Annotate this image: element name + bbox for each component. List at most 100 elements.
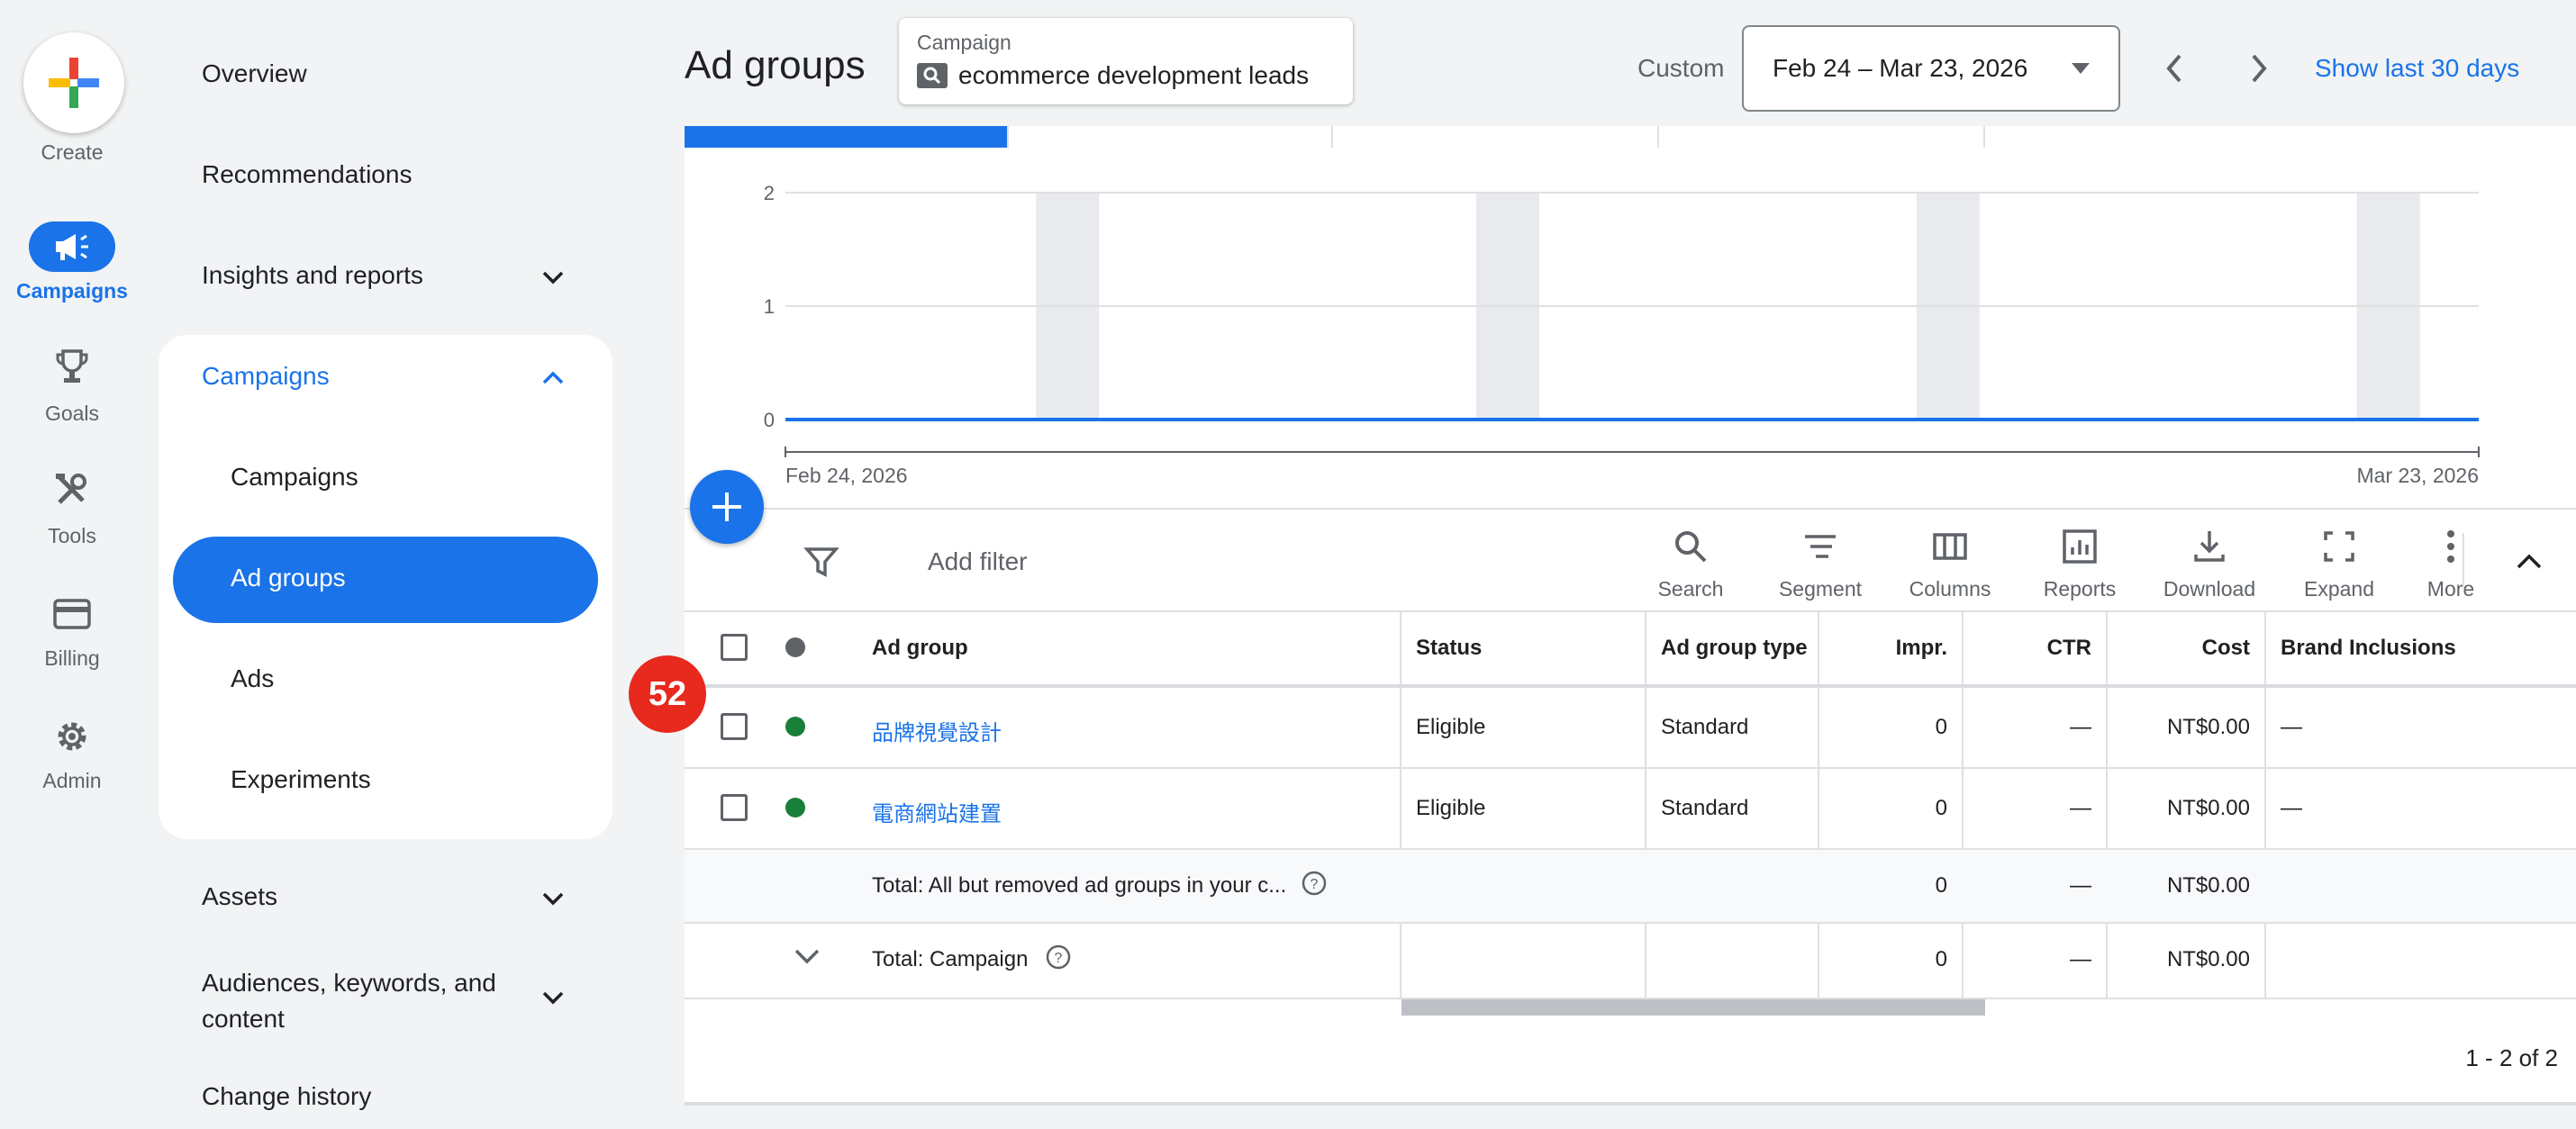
plus-icon [49, 58, 99, 108]
row-ctr: — [2070, 796, 2091, 820]
search-tool[interactable]: Search [1632, 528, 1749, 601]
header-ad-group-type[interactable]: Ad group type [1661, 636, 1808, 661]
total-campaign-cost: NT$0.00 [2166, 947, 2250, 971]
row-checkbox[interactable] [721, 713, 748, 740]
campaign-selector[interactable]: Campaign ecommerce development leads [899, 18, 1353, 104]
nav-sub-ads[interactable]: Ads [231, 664, 274, 693]
rail-item-goals[interactable]: Goals [0, 402, 144, 426]
header-ctr[interactable]: CTR [1962, 636, 2091, 661]
ad-groups-table: Ad group Status Ad group type Impr. CTR … [685, 612, 2576, 1104]
side-navigation: Overview Recommendations Insights and re… [144, 0, 685, 1129]
nav-audiences-keywords-content[interactable]: Audiences, keywords, and content [202, 965, 496, 1037]
nav-campaigns-header[interactable]: Campaigns [202, 362, 330, 391]
status-eligible-dot [785, 717, 805, 736]
row-cost: NT$0.00 [2166, 796, 2250, 820]
header-impr[interactable]: Impr. [1818, 636, 1947, 661]
header-cost[interactable]: Cost [2106, 636, 2250, 661]
chevron-left-icon[interactable] [2158, 50, 2191, 86]
chevron-down-icon[interactable] [537, 888, 569, 909]
chevron-up-icon[interactable] [2513, 549, 2545, 573]
x-start-label: Feb 24, 2026 [785, 464, 908, 487]
row-checkbox[interactable] [721, 794, 748, 821]
toolbar-divider [2463, 533, 2464, 591]
reports-tool-label: Reports [2043, 577, 2117, 601]
nav-overview[interactable]: Overview [202, 59, 307, 88]
create-label: Create [41, 140, 104, 164]
download-tool[interactable]: Download [2151, 528, 2268, 601]
metric-tab-active[interactable] [685, 126, 1007, 148]
row-divider [685, 767, 2576, 769]
nav-sub-campaigns[interactable]: Campaigns [231, 463, 358, 492]
more-tool[interactable]: More [2401, 528, 2500, 601]
tab-divider [1331, 126, 1333, 148]
show-last-30-days-link[interactable]: Show last 30 days [2315, 54, 2519, 83]
nav-assets[interactable]: Assets [202, 882, 277, 911]
nav-sub-experiments[interactable]: Experiments [231, 765, 371, 794]
segment-tool-label: Segment [1778, 577, 1863, 601]
chevron-down-icon[interactable] [537, 987, 569, 1008]
columns-tool[interactable]: Columns [1891, 528, 2009, 601]
credit-card-icon [53, 599, 91, 629]
tools-icon [56, 474, 86, 504]
total-all-impr: 0 [1935, 873, 1947, 898]
search-icon [1675, 531, 1707, 563]
nav-change-history[interactable]: Change history [202, 1082, 371, 1111]
svg-text:?: ? [1311, 877, 1319, 892]
y-tick-label: 2 [764, 182, 775, 204]
trophy-icon [56, 349, 88, 383]
chevron-right-icon[interactable] [2243, 50, 2275, 86]
col-divider [1400, 612, 1401, 999]
tab-divider [1007, 126, 1009, 148]
campaign-label: Campaign [917, 31, 1011, 54]
status-header-dot [785, 637, 805, 657]
svg-text:?: ? [1055, 951, 1063, 966]
row-cost: NT$0.00 [2166, 715, 2250, 739]
header-ad-group[interactable]: Ad group [872, 636, 968, 661]
help-icon[interactable]: ? [1045, 944, 1072, 971]
row-type: Standard [1661, 715, 1749, 739]
nav-insights-and-reports[interactable]: Insights and reports [202, 261, 423, 290]
expand-tool[interactable]: Expand [2281, 528, 2398, 601]
date-range-picker[interactable]: Feb 24 – Mar 23, 2026 [1742, 25, 2120, 112]
row-status: Eligible [1416, 715, 1486, 739]
rail-item-tools[interactable]: Tools [0, 524, 144, 548]
rail-item-campaigns[interactable]: Campaigns [0, 279, 144, 303]
campaign-name: ecommerce development leads [958, 61, 1310, 89]
tab-divider [1657, 126, 1659, 148]
segment-icon [1805, 535, 1836, 558]
reports-tool[interactable]: Reports [2021, 528, 2138, 601]
chart-svg: 2 1 0 Feb 24, 2026 Mar 23, 2026 [764, 182, 2480, 487]
table-bottom-border [685, 1102, 2576, 1106]
nav-sub-ad-groups[interactable]: Ad groups [231, 564, 346, 592]
help-icon[interactable]: ? [1301, 870, 1328, 897]
horizontal-scrollbar[interactable] [1401, 999, 1985, 1016]
total-campaign-impr: 0 [1935, 947, 1947, 971]
select-all-checkbox[interactable] [721, 634, 748, 661]
chevron-down-icon[interactable] [537, 266, 569, 288]
rail-item-admin[interactable]: Admin [0, 769, 144, 793]
ad-group-name-link[interactable]: 品牌視覺設計 [872, 715, 1002, 746]
total-all-cost: NT$0.00 [2166, 873, 2250, 898]
row-divider [685, 922, 2576, 924]
add-filter-input[interactable]: Add filter [928, 547, 1028, 576]
chevron-down-icon[interactable] [791, 945, 823, 969]
header-brand-inclusions[interactable]: Brand Inclusions [2281, 636, 2456, 661]
row-status: Eligible [1416, 796, 1486, 820]
search-tool-label: Search [1657, 577, 1724, 601]
pagination-text: 1 - 2 of 2 [2465, 1044, 2558, 1071]
megaphone-icon [56, 234, 88, 260]
add-ad-group-button[interactable] [690, 470, 764, 544]
row-impr: 0 [1935, 796, 1947, 820]
nav-recommendations[interactable]: Recommendations [202, 160, 412, 189]
header-status[interactable]: Status [1416, 636, 1482, 661]
row-brand: — [2281, 715, 2302, 739]
chevron-up-icon[interactable] [537, 367, 569, 389]
ad-group-name-link[interactable]: 電商網站建置 [872, 796, 1002, 827]
segment-tool[interactable]: Segment [1762, 528, 1879, 601]
more-tool-label: More [2426, 577, 2475, 601]
navigation-rail: Create Campaigns Goals Tools Billing Adm… [0, 0, 144, 1129]
rail-item-billing[interactable]: Billing [0, 646, 144, 671]
filter-icon[interactable] [803, 546, 839, 578]
create-button[interactable] [23, 32, 124, 133]
row-brand: — [2281, 796, 2302, 820]
